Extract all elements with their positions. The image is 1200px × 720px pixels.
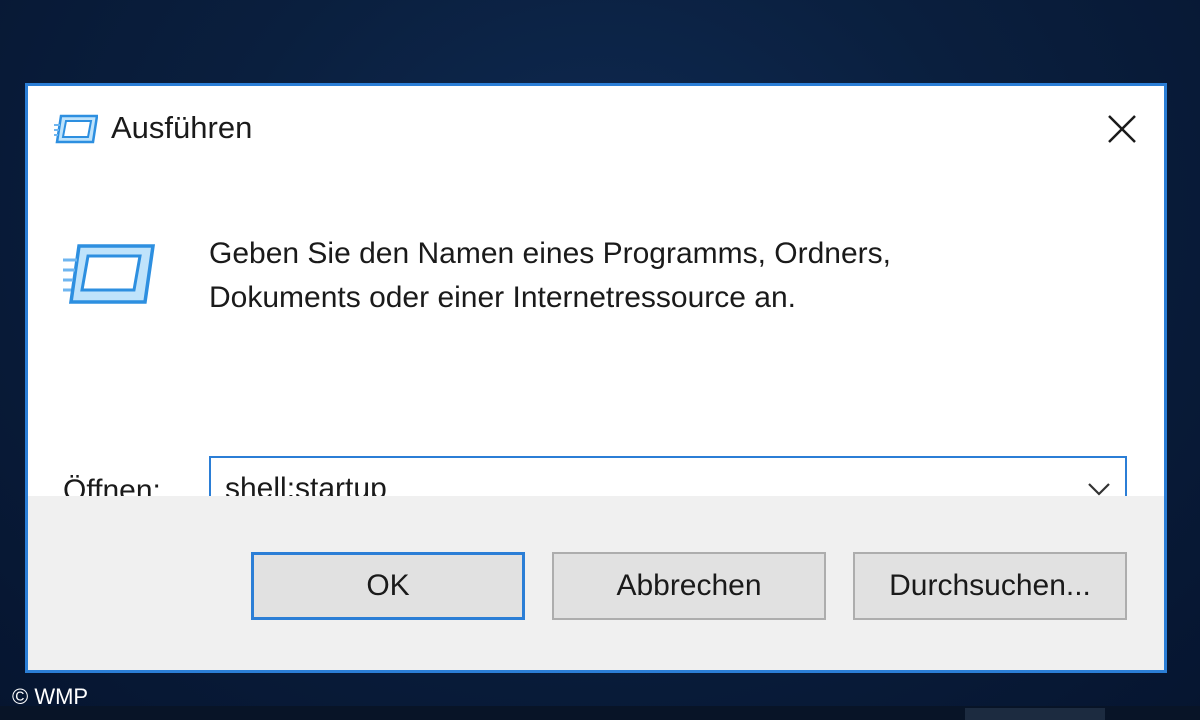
instruction-text: Geben Sie den Namen eines Programms, Ord…: [209, 232, 891, 320]
dialog-content: Geben Sie den Namen eines Programms, Ord…: [28, 172, 1164, 522]
close-icon: [1108, 115, 1136, 143]
ok-button[interactable]: OK: [251, 552, 525, 620]
run-icon: [54, 114, 98, 144]
run-icon: [63, 244, 155, 304]
instruction-line-2: Dokuments oder einer Internetressource a…: [209, 281, 796, 314]
taskbar-button[interactable]: [965, 708, 1105, 720]
copyright-watermark: © WMP: [12, 684, 89, 709]
browse-button[interactable]: Durchsuchen...: [853, 552, 1127, 620]
cancel-button[interactable]: Abbrechen: [552, 552, 826, 620]
dialog-title: Ausführen: [111, 110, 253, 145]
chevron-down-icon: [1088, 483, 1110, 496]
button-bar: OK Abbrechen Durchsuchen...: [28, 496, 1164, 670]
run-dialog: Ausführen Geben Sie den Namen eines Prog…: [25, 83, 1167, 673]
close-button[interactable]: [1080, 86, 1164, 172]
title-bar[interactable]: Ausführen: [28, 86, 1164, 172]
instruction-line-1: Geben Sie den Namen eines Programms, Ord…: [209, 237, 891, 270]
